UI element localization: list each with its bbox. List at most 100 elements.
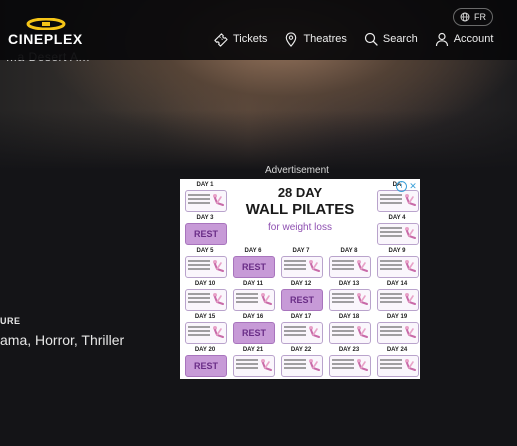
calendar-day-label: DAY 12 <box>290 281 312 287</box>
pilates-figure-icon <box>213 293 224 305</box>
ad-info-icon[interactable]: i <box>396 181 407 192</box>
calendar-day-label: DAY 6 <box>244 248 262 254</box>
pilates-figure-icon <box>213 260 224 272</box>
advertisement-label: Advertisement <box>265 165 329 176</box>
exercise-list <box>380 359 402 371</box>
search-icon <box>364 32 378 46</box>
exercise-list <box>188 326 210 338</box>
calendar-day: DAY 16 REST <box>231 314 275 345</box>
genre-heading: URE <box>0 316 21 326</box>
calendar-day: DAY 8 <box>327 248 371 279</box>
rest-day-label: REST <box>193 361 218 371</box>
page: ...a Desert A... CINEPLEX FR <box>0 0 517 446</box>
nav-account-label: Account <box>453 33 494 45</box>
exercise-list <box>236 293 258 305</box>
calendar-day: DAY 11 <box>231 281 275 312</box>
calendar-day: DAY 19 <box>375 314 419 345</box>
calendar-day: DAY 7 <box>279 248 323 279</box>
calendar-day-label: DAY 15 <box>194 314 216 320</box>
pilates-figure-icon <box>309 326 320 338</box>
calendar-day-label: DAY 14 <box>386 281 408 287</box>
calendar-day-label: DAY 16 <box>242 314 264 320</box>
rest-day-label: REST <box>241 328 266 338</box>
exercise-list <box>380 260 402 272</box>
calendar-day: DAY 15 <box>183 314 227 345</box>
calendar-day-label: DAY 24 <box>386 347 408 353</box>
ad-title-main: WALL PILATES <box>245 201 355 218</box>
calendar-day: DAY 5 <box>183 248 227 279</box>
calendar-day-label: DAY 19 <box>386 314 408 320</box>
calendar-day: DAY 12 REST <box>279 281 323 312</box>
pilates-figure-icon <box>405 326 416 338</box>
pilates-figure-icon <box>357 293 368 305</box>
calendar-day-label: DAY 5 <box>196 248 214 254</box>
calendar-day-label: DAY 21 <box>242 347 264 353</box>
user-icon <box>435 32 448 46</box>
ad-close-icon[interactable]: ✕ <box>408 181 418 191</box>
calendar-day-label: DAY 22 <box>290 347 312 353</box>
calendar-day-label: DAY 17 <box>290 314 312 320</box>
pilates-figure-icon <box>405 359 416 371</box>
location-pin-icon <box>286 31 297 47</box>
pilates-figure-icon <box>405 260 416 272</box>
nav-search[interactable]: Search <box>364 32 418 46</box>
calendar-day: DAY 6 REST <box>231 248 275 279</box>
calendar-day-label: DAY 18 <box>338 314 360 320</box>
exercise-list <box>380 326 402 338</box>
exercise-list <box>332 293 354 305</box>
calendar-day-label: DAY 7 <box>292 248 310 254</box>
exercise-list <box>380 293 402 305</box>
exercise-list <box>284 260 306 272</box>
pilates-figure-icon <box>357 260 368 272</box>
calendar-day: DAY 21 <box>231 347 275 378</box>
pilates-figure-icon <box>309 359 320 371</box>
calendar-day: DAY 24 <box>375 347 419 378</box>
ad-title-sub: for weight loss <box>268 222 332 233</box>
calendar-day-label: DAY 9 <box>388 248 406 254</box>
calendar-day-label: DAY 11 <box>242 281 264 287</box>
advertisement-banner[interactable]: DAY 1 DAY 3 REST DAY 5 DAY 6 REST DAY 7 DAY 8 DA… <box>180 179 420 379</box>
globe-icon <box>460 12 470 22</box>
nav-account[interactable]: Account <box>435 32 494 47</box>
calendar-day: DAY 14 <box>375 281 419 312</box>
pilates-figure-icon <box>357 359 368 371</box>
calendar-day: DAY 18 <box>327 314 371 345</box>
pilates-figure-icon <box>357 326 368 338</box>
calendar-day: DAY 17 <box>279 314 323 345</box>
exercise-list <box>332 260 354 272</box>
calendar-day-label: DAY 23 <box>338 347 360 353</box>
exercise-list <box>236 359 258 371</box>
exercise-list <box>284 326 306 338</box>
nav-search-label: Search <box>382 33 418 45</box>
calendar-day: DAY 22 <box>279 347 323 378</box>
nav-theatres-label: Theatres <box>303 33 347 45</box>
calendar-day: DAY 10 <box>183 281 227 312</box>
rest-day-label: REST <box>289 295 314 305</box>
pilates-figure-icon <box>213 326 224 338</box>
calendar-day: DAY 13 <box>327 281 371 312</box>
pilates-figure-icon <box>309 260 320 272</box>
pilates-figure-icon <box>261 359 272 371</box>
brand-name: CINEPLEX <box>8 31 83 47</box>
calendar-day: DAY 9 <box>375 248 419 279</box>
calendar-day-label: DAY 20 <box>194 347 216 353</box>
nav-tickets[interactable]: Tickets <box>213 32 267 47</box>
calendar-day: DAY 23 <box>327 347 371 378</box>
calendar-day: DAY 20 REST <box>183 347 227 378</box>
nav-theatres[interactable]: Theatres <box>284 31 347 47</box>
site-header: CINEPLEX FR Tickets Theatres Search Acco… <box>0 0 517 60</box>
pilates-figure-icon <box>405 293 416 305</box>
calendar-day-label: DAY 10 <box>194 281 216 287</box>
exercise-list <box>284 359 306 371</box>
ad-title-days: 28 DAY <box>277 185 323 200</box>
pilates-figure-icon <box>261 293 272 305</box>
calendar-day-label: DAY 13 <box>338 281 360 287</box>
calendar-day-label: DAY 8 <box>340 248 358 254</box>
language-label: FR <box>474 12 486 22</box>
cineplex-logo-mark <box>26 18 66 30</box>
ticket-icon <box>214 32 228 47</box>
exercise-list <box>188 260 210 272</box>
cineplex-logo[interactable]: CINEPLEX <box>8 18 88 48</box>
exercise-list <box>188 293 210 305</box>
language-button[interactable]: FR <box>453 8 493 26</box>
